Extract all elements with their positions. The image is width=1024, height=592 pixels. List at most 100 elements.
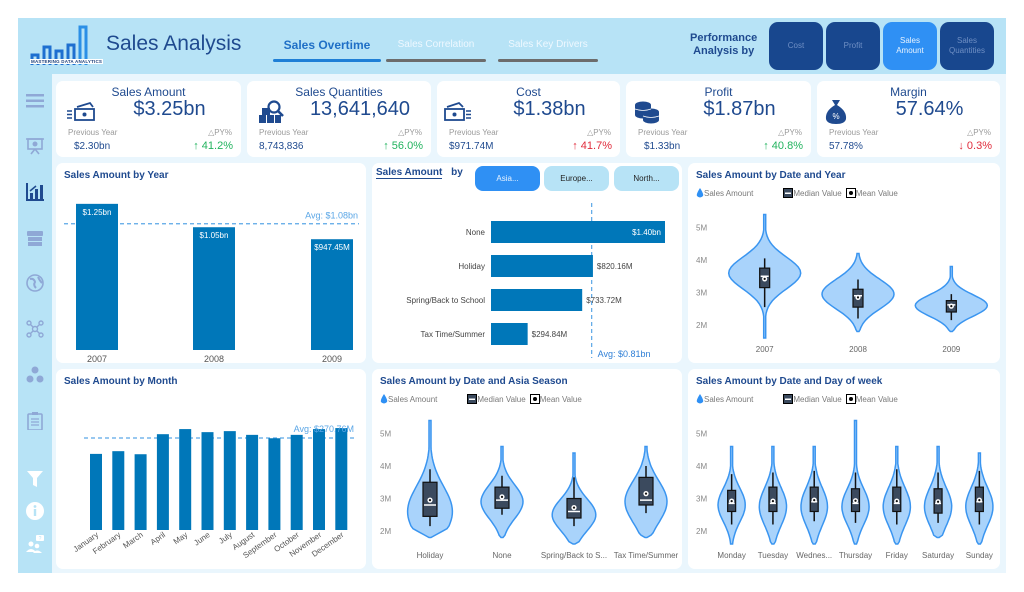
kpi-value: $1.38bn xyxy=(513,98,586,120)
bar xyxy=(491,289,583,311)
globe-icon[interactable] xyxy=(24,272,46,294)
kpi-delta: ↓ 0.3% xyxy=(958,140,992,152)
coins-icon xyxy=(632,99,662,125)
x-tick-label: Thursday xyxy=(839,551,872,560)
bar xyxy=(134,454,147,530)
x-tick-label: Sunday xyxy=(966,551,993,560)
kpi-value: 57.64% xyxy=(895,98,964,120)
clipboard-icon[interactable] xyxy=(24,410,46,432)
kpi-prev-label: Previous Year xyxy=(449,128,499,137)
x-tick-label: 2008 xyxy=(204,354,224,363)
bar xyxy=(156,434,169,530)
profit-button[interactable]: Profit xyxy=(826,22,880,70)
kpi-delta-label: △PY% xyxy=(398,128,422,137)
mean-marker-dot xyxy=(950,305,953,308)
bar-chart-icon[interactable] xyxy=(24,181,46,203)
kpi-prev-label: Previous Year xyxy=(638,128,688,137)
kpi-title: Profit xyxy=(704,85,733,99)
chart-card-violin-season: Sales Amount by Date and Asia Season Sal… xyxy=(372,369,682,569)
presentation-icon[interactable] xyxy=(24,135,46,157)
average-label: Avg: $270.76M xyxy=(294,424,354,434)
sales-quantities-button[interactable]: Sales Quantities xyxy=(940,22,994,70)
kpi-delta: ↑ 41.2% xyxy=(193,140,233,152)
kpi-card-cost: Cost $1.38bn Previous Year △PY% $971.74M… xyxy=(437,81,620,157)
y-tick-label: 3M xyxy=(696,495,707,504)
x-tick-label: 2009 xyxy=(942,345,960,354)
x-tick-label: Tax Time/Summer xyxy=(614,551,679,560)
info-icon[interactable] xyxy=(24,500,46,522)
hamburger-menu-icon[interactable] xyxy=(24,90,46,112)
tab-sales-key-drivers[interactable]: Sales Key Drivers xyxy=(498,36,598,62)
kpi-title: Sales Quantities xyxy=(295,85,383,99)
x-tick-label: June xyxy=(192,530,212,548)
x-tick-label: None xyxy=(492,551,512,560)
tab-sales-correlation[interactable]: Sales Correlation xyxy=(386,36,486,62)
bar xyxy=(313,429,325,530)
y-tick-label: 2M xyxy=(380,527,391,536)
mean-marker-dot xyxy=(895,500,898,503)
chart-card-violin-year: Sales Amount by Date and Year Sales Amou… xyxy=(688,163,1000,363)
kpi-prev-value: $1.33bn xyxy=(644,141,681,152)
y-tick-label: 5M xyxy=(696,430,707,439)
y-tick-label: 4M xyxy=(696,462,707,471)
month-bar-chart: JanuaryFebruaryMarch April May June JulyAugu… xyxy=(72,424,356,560)
tab-label: Sales Correlation xyxy=(397,39,475,50)
bar xyxy=(193,227,235,350)
bar xyxy=(491,255,593,277)
cash-icon xyxy=(66,99,96,125)
x-tick-label: Friday xyxy=(886,551,908,560)
year-bar-chart: Avg: $1.08bn $1.25bn 2007 $1.05bn 2008 $947.4… xyxy=(64,203,359,363)
store-icon[interactable] xyxy=(24,227,46,249)
help-users-icon[interactable]: ? xyxy=(24,533,46,555)
kpi-delta-label: △PY% xyxy=(967,128,991,137)
y-tick-label: None xyxy=(466,228,486,237)
kpi-card-sales-quantities: Sales Quantities 13,641,640 Previous Yea… xyxy=(247,81,431,157)
y-tick-label: Spring/Back to School xyxy=(406,296,485,305)
cost-button[interactable]: Cost xyxy=(769,22,823,70)
mean-marker-dot xyxy=(644,492,648,495)
mean-marker-dot xyxy=(500,495,504,498)
chart-card-month: Sales Amount by Month January February Mar… xyxy=(56,369,366,569)
bar xyxy=(311,239,353,350)
tab-label: Sales Key Drivers xyxy=(508,39,588,50)
data-label: $947.45M xyxy=(314,243,350,252)
svg-text:?: ? xyxy=(39,536,42,542)
kpi-prev-value: 8,743,836 xyxy=(259,141,304,152)
mean-marker-dot xyxy=(730,500,733,503)
x-tick-label: 2007 xyxy=(87,354,107,363)
y-tick-label: 5M xyxy=(380,430,391,439)
kpi-value: $3.25bn xyxy=(133,98,206,120)
mean-marker-dot xyxy=(978,499,981,502)
data-label: $733.72M xyxy=(586,296,622,305)
network-icon[interactable] xyxy=(24,318,46,340)
bar xyxy=(76,203,118,350)
mean-marker-dot xyxy=(428,499,432,502)
chart-card-year: Sales Amount by Year Avg: $1.08bn $1.25bn… xyxy=(56,163,366,363)
cubes-icon[interactable] xyxy=(24,364,46,386)
kpi-delta: ↑ 40.8% xyxy=(763,140,803,152)
sales-amount-button[interactable]: Sales Amount xyxy=(883,22,937,70)
y-tick-label: 2M xyxy=(696,527,707,536)
kpi-delta-label: △PY% xyxy=(587,128,611,137)
bar xyxy=(223,431,236,530)
kpi-card-profit: Profit $1.87bn Previous Year △PY% $1.33b… xyxy=(626,81,811,157)
x-tick-label: April xyxy=(149,530,167,547)
x-tick-label: March xyxy=(121,530,144,550)
money-bag-percent-icon: % xyxy=(821,99,851,125)
mean-marker-dot xyxy=(856,296,860,299)
kpi-delta-label: △PY% xyxy=(778,128,802,137)
violin-season-chart: 2M 3M 4M 5M Holiday None Spring/Back to S... Ta… xyxy=(380,419,679,560)
x-tick-label: May xyxy=(172,530,190,546)
filter-icon[interactable] xyxy=(24,468,46,490)
chart-card-season: Sales Amount by Asia... Europe... North.… xyxy=(372,163,682,363)
x-tick-label: Holiday xyxy=(417,551,444,560)
kpi-prev-value: $2.30bn xyxy=(74,141,111,152)
x-tick-label: 2009 xyxy=(322,354,342,363)
bar xyxy=(491,323,528,345)
x-tick-label: Tuesday xyxy=(758,551,788,560)
average-label: Avg: $0.81bn xyxy=(598,349,651,359)
kpi-title: Sales Amount xyxy=(111,85,186,99)
kpi-prev-label: Previous Year xyxy=(829,128,879,137)
app-title: Sales Analysis xyxy=(106,32,242,55)
tab-sales-overtime[interactable]: Sales Overtime xyxy=(273,36,381,62)
